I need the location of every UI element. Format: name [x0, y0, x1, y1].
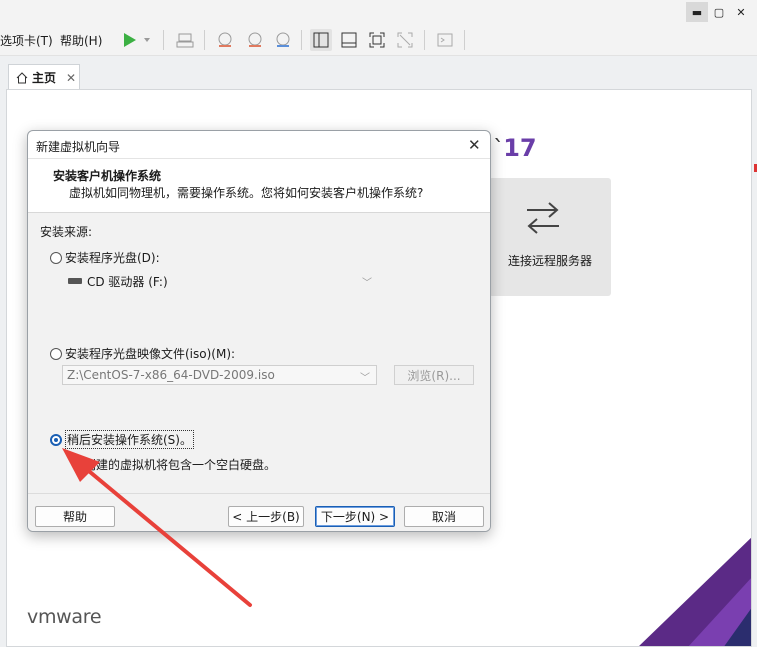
console-view-button[interactable]	[338, 29, 360, 51]
toolbar: 选项卡(T) 帮助(H)	[0, 24, 757, 56]
fullscreen-icon	[369, 32, 385, 48]
toolbar-separator	[163, 30, 164, 50]
tab-bar: 主页 ✕	[0, 56, 752, 90]
help-button[interactable]: 帮助	[35, 506, 115, 527]
fullscreen-button[interactable]	[366, 29, 388, 51]
terminal-button[interactable]	[434, 29, 456, 51]
window-close-button[interactable]: ✕	[730, 2, 752, 22]
minimize-icon: ▬	[691, 5, 703, 19]
disc-drive-select[interactable]: CD 驱动器 (F:) ﹀	[68, 271, 378, 291]
window-titlebar: ▬ ▢ ✕	[0, 0, 757, 24]
snapshot-icon	[218, 32, 232, 47]
remote-server-label: 连接远程服务器	[507, 254, 592, 268]
menu-tabs[interactable]: 选项卡(T)	[0, 32, 53, 49]
radio-install-disc[interactable]: 安装程序光盘(D):	[50, 249, 160, 266]
disc-drive-value: CD 驱动器 (F:)	[87, 274, 168, 289]
minimize-button[interactable]: ▬	[686, 2, 708, 22]
radio-install-later[interactable]: 稍后安装操作系统(S)。	[50, 430, 194, 449]
decorative-triangles	[639, 537, 751, 646]
dialog-titlebar: 新建虚拟机向导 ✕	[28, 131, 490, 159]
dialog-body: 安装来源: 安装程序光盘(D): CD 驱动器 (F:) ﹀ 安装程序光盘映像文…	[28, 213, 490, 493]
chevron-down-icon: ﹀	[362, 278, 372, 289]
close-icon: ✕	[736, 5, 746, 19]
dialog-heading: 安装客户机操作系统	[53, 169, 162, 183]
tab-home[interactable]: 主页 ✕	[8, 64, 80, 90]
dialog-title: 新建虚拟机向导	[36, 140, 121, 154]
toolbar-separator	[464, 30, 465, 50]
power-on-button[interactable]	[118, 29, 140, 51]
iso-path-select[interactable]: Z:\CentOS-7-x86_64-DVD-2009.iso ﹀	[62, 365, 377, 385]
sidebar-icon	[313, 32, 329, 48]
power-dropdown[interactable]	[140, 29, 154, 51]
snapshot-manager-button[interactable]	[272, 29, 294, 51]
revert-snapshot-button[interactable]	[244, 29, 266, 51]
terminal-icon	[437, 33, 453, 47]
keyboard-icon	[176, 33, 194, 48]
toolbar-separator	[301, 30, 302, 50]
home-icon	[16, 71, 28, 83]
product-version: ՝ 17	[495, 134, 537, 162]
radio-later-label: 稍后安装操作系统(S)。	[65, 430, 194, 449]
radio-disc-label: 安装程序光盘(D):	[65, 251, 160, 265]
dialog-footer: 帮助 < 上一步(B) 下一步(N) > 取消	[28, 493, 490, 531]
new-vm-wizard-dialog: 新建虚拟机向导 ✕ 安装客户机操作系统 虚拟机如同物理机，需要操作系统。您将如何…	[27, 130, 491, 532]
back-button[interactable]: < 上一步(B)	[228, 506, 304, 527]
vmware-logo: vmware	[27, 606, 102, 628]
radio-install-iso[interactable]: 安装程序光盘映像文件(iso)(M):	[50, 345, 235, 362]
play-icon	[124, 33, 136, 47]
toolbar-separator	[424, 30, 425, 50]
snapshot-manager-icon	[276, 32, 290, 47]
dialog-subheading: 虚拟机如同物理机，需要操作系统。您将如何安装客户机操作系统?	[69, 186, 424, 200]
maximize-icon: ▢	[713, 5, 725, 19]
library-view-button[interactable]	[310, 29, 332, 51]
maximize-button[interactable]: ▢	[708, 2, 730, 22]
swap-arrows-icon	[527, 202, 559, 234]
toolbar-separator	[204, 30, 205, 50]
next-button[interactable]: 下一步(N) >	[315, 506, 395, 527]
snapshot-button[interactable]	[214, 29, 236, 51]
radio-iso[interactable]	[50, 347, 62, 360]
right-edge-strip	[752, 92, 757, 172]
tab-close-icon[interactable]: ✕	[66, 71, 76, 85]
tab-home-label: 主页	[32, 71, 57, 85]
send-keys-button[interactable]	[174, 29, 196, 51]
browse-button[interactable]: 浏览(R)...	[394, 365, 474, 385]
chevron-down-icon: ﹀	[360, 373, 370, 384]
install-source-label: 安装来源:	[40, 225, 93, 239]
chevron-down-icon	[144, 38, 150, 42]
cancel-button[interactable]: 取消	[404, 506, 484, 527]
unity-button[interactable]	[394, 29, 416, 51]
dialog-close-icon[interactable]: ✕	[468, 136, 481, 154]
dialog-header: 安装客户机操作系统 虚拟机如同物理机，需要操作系统。您将如何安装客户机操作系统?	[28, 159, 490, 213]
radio-iso-label: 安装程序光盘映像文件(iso)(M):	[65, 347, 236, 361]
iso-path-value: Z:\CentOS-7-x86_64-DVD-2009.iso	[67, 368, 275, 382]
brand-mark-icon: ՝	[495, 137, 501, 162]
radio-disc[interactable]	[50, 251, 62, 264]
menu-help[interactable]: 帮助(H)	[60, 32, 102, 49]
cd-drive-icon	[68, 278, 82, 284]
connect-remote-server-card[interactable]: 连接远程服务器	[489, 178, 611, 296]
console-view-icon	[341, 32, 357, 48]
install-later-note: 创建的虚拟机将包含一个空白硬盘。	[84, 458, 277, 472]
revert-snapshot-icon	[248, 32, 262, 47]
radio-later[interactable]	[50, 433, 62, 446]
unity-icon	[397, 32, 413, 48]
